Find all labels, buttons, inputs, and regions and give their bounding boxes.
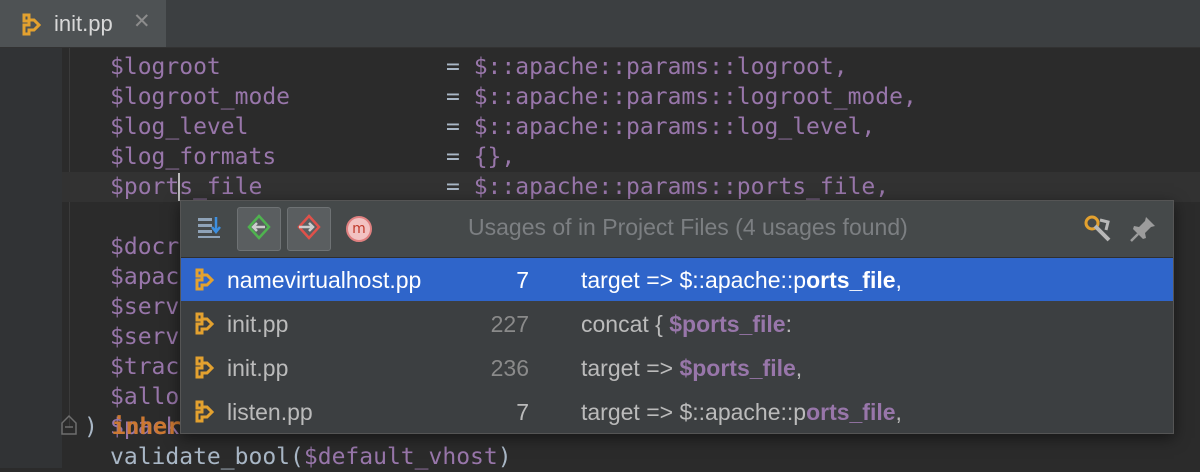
next-occurrence-button[interactable] bbox=[287, 207, 331, 251]
sort-icon bbox=[196, 214, 222, 244]
usage-row[interactable]: init.pp 236 target => $ports_file, bbox=[181, 346, 1173, 389]
popup-toolbar: m Usages of in Project Files (4 usages f… bbox=[181, 201, 1173, 258]
puppet-file-icon bbox=[193, 267, 217, 297]
code-variable: $logroot bbox=[110, 54, 221, 80]
code-value: $::apache::params::log_level, bbox=[473, 114, 876, 140]
pin-icon[interactable] bbox=[1129, 215, 1157, 247]
usages-popup[interactable]: m Usages of in Project Files (4 usages f… bbox=[180, 200, 1174, 434]
popup-title: Usages of in Project Files (4 usages fou… bbox=[468, 214, 908, 240]
puppet-file-icon bbox=[193, 399, 217, 429]
usage-snippet: target => $::apache::ports_file, bbox=[581, 399, 902, 425]
indent-guide bbox=[69, 48, 70, 428]
tab-label: init.pp bbox=[54, 11, 113, 36]
code-assign: = $::apache::params::ports_file, bbox=[446, 172, 889, 202]
previous-occurrence-button[interactable] bbox=[237, 207, 281, 251]
code-line: $ports_file = $::apache::params::ports_fi… bbox=[110, 172, 889, 202]
usage-line: 7 bbox=[516, 399, 529, 425]
usage-file: init.pp bbox=[227, 311, 289, 337]
usage-row[interactable]: init.pp 227 concat { $ports_file: bbox=[181, 302, 1173, 345]
code-value: $::apache::params::ports_file, bbox=[473, 174, 890, 200]
code-line-partial: $trac bbox=[110, 354, 180, 380]
code-line-inherits: ) inher bbox=[84, 414, 181, 440]
usage-line: 236 bbox=[490, 355, 529, 381]
usage-row[interactable]: namevirtualhost.pp 7 target => $::apache… bbox=[181, 258, 1173, 301]
usage-snippet: concat { $ports_file: bbox=[581, 311, 792, 337]
previous-occurrence-icon bbox=[245, 213, 273, 245]
usage-line: 227 bbox=[490, 311, 529, 337]
assign-operator: = bbox=[446, 144, 474, 170]
usage-file: namevirtualhost.pp bbox=[227, 267, 422, 293]
code-assign: = $::apache::params::log_level, bbox=[446, 112, 875, 142]
puppet-file-icon bbox=[193, 355, 217, 385]
method-icon: m bbox=[346, 216, 372, 242]
usage-file: init.pp bbox=[227, 355, 289, 381]
text-caret bbox=[178, 173, 180, 201]
code-assign: = $::apache::params::logroot, bbox=[446, 52, 848, 82]
code-line: $logroot_mode = $::apache::params::logroo… bbox=[110, 82, 917, 112]
assign-operator: = bbox=[446, 174, 474, 200]
usage-snippet: target => $ports_file, bbox=[581, 355, 803, 381]
assign-operator: = bbox=[446, 114, 474, 140]
code-line-partial: $serv bbox=[110, 324, 180, 350]
gutter bbox=[0, 48, 62, 468]
code-line-partial: $docr bbox=[110, 234, 180, 260]
code-value: $::apache::params::logroot, bbox=[473, 54, 848, 80]
usage-line: 7 bbox=[516, 267, 529, 293]
next-occurrence-icon bbox=[295, 213, 323, 245]
close-icon[interactable]: ✕ bbox=[133, 9, 151, 33]
code-line-partial: $allo bbox=[110, 384, 180, 410]
assign-operator: = bbox=[446, 84, 474, 110]
code-variable: $ports_file bbox=[110, 174, 263, 200]
usage-file: listen.pp bbox=[227, 399, 313, 425]
usage-row[interactable]: listen.pp 7 target => $::apache::ports_f… bbox=[181, 390, 1173, 433]
code-variable: $log_level bbox=[110, 114, 249, 140]
code-line: $logroot = $::apache::params::logroot, bbox=[110, 52, 848, 82]
settings-wrench-icon[interactable] bbox=[1083, 214, 1113, 248]
code-value: {}, bbox=[473, 144, 516, 170]
tab-init-pp[interactable]: init.pp ✕ bbox=[0, 0, 166, 47]
code-line: $log_level = $::apache::params::log_level… bbox=[110, 112, 875, 142]
code-value: $::apache::params::logroot_mode, bbox=[473, 84, 917, 110]
fold-marker-icon[interactable] bbox=[60, 414, 78, 436]
usage-snippet: target => $::apache::ports_file, bbox=[581, 267, 902, 293]
method-filter-button[interactable]: m bbox=[337, 207, 381, 251]
puppet-file-icon bbox=[193, 311, 217, 341]
code-assign: = $::apache::params::logroot_mode, bbox=[446, 82, 917, 112]
assign-operator: = bbox=[446, 54, 474, 80]
code-variable: $log_formats bbox=[110, 144, 277, 170]
code-line: $log_formats = {}, bbox=[110, 142, 515, 172]
code-line-partial: $serv bbox=[110, 294, 180, 320]
puppet-file-icon bbox=[20, 12, 44, 40]
editor-tab-bar: init.pp ✕ bbox=[0, 0, 1200, 48]
code-assign: = {}, bbox=[446, 142, 515, 172]
code-line-partial: $apac bbox=[110, 264, 180, 290]
sort-button[interactable] bbox=[187, 207, 231, 251]
code-variable: $logroot_mode bbox=[110, 84, 291, 110]
